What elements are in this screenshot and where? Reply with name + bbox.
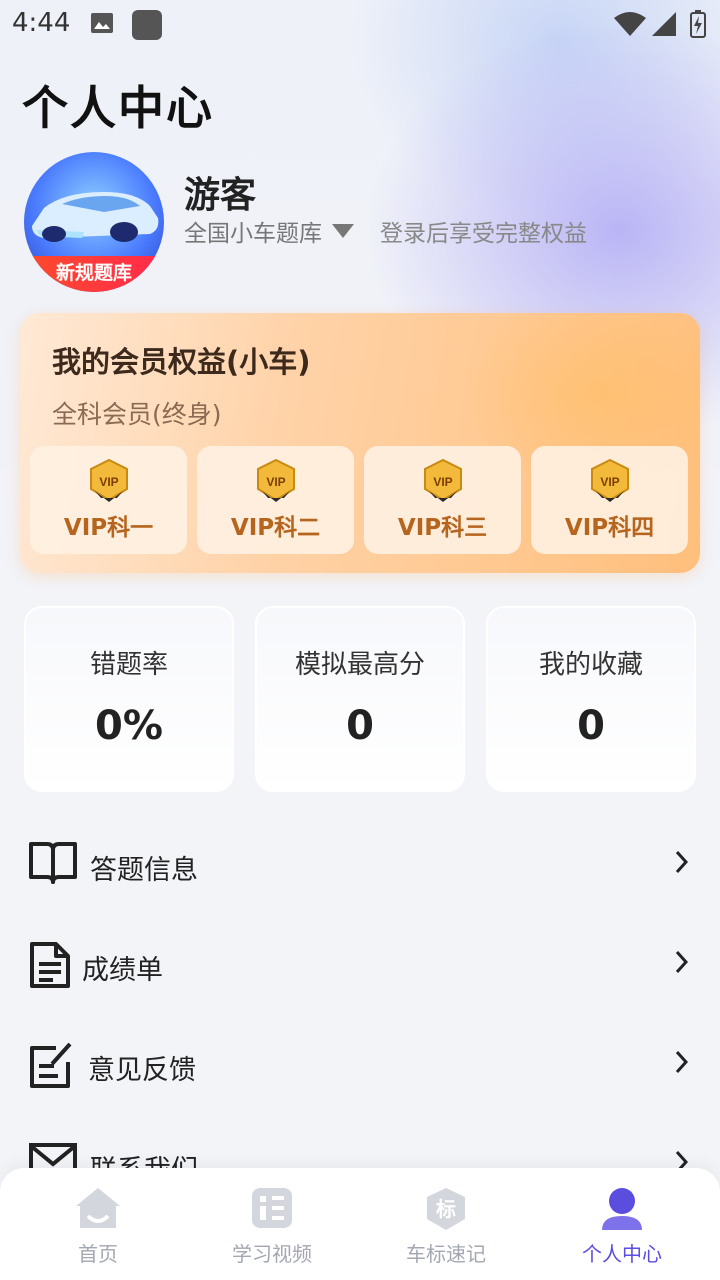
svg-text:VIP: VIP — [433, 475, 452, 489]
avatar[interactable]: 新规题库 — [24, 152, 164, 292]
vip-subtitle: 全科会员(终身) — [52, 400, 222, 429]
vip-item-subject-3[interactable]: VIP VIP科三 — [364, 446, 521, 554]
home-icon — [76, 1188, 120, 1228]
menu-item-feedback[interactable]: 意见反馈 — [0, 1022, 720, 1102]
vip-badge-icon: VIP — [590, 458, 629, 502]
vip-items: VIP VIP科一 VIP VIP科二 VIP VIP科三 VIP VIP科四 — [30, 446, 690, 554]
vip-badge-icon: VIP — [423, 458, 462, 502]
chevron-right-icon — [675, 850, 689, 874]
menu-item-answer-info[interactable]: 答题信息 — [0, 822, 720, 902]
video-icon — [252, 1188, 292, 1228]
svg-text:VIP: VIP — [99, 475, 118, 489]
menu-label: 成绩单 — [82, 955, 163, 986]
svg-text:VIP: VIP — [600, 475, 619, 489]
vip-item-label: VIP科三 — [397, 515, 488, 541]
badge-icon: 标 — [427, 1188, 465, 1230]
question-bank-label: 全国小车题库 — [184, 221, 322, 247]
status-bar: 4:44 — [0, 0, 720, 50]
svg-text:标: 标 — [436, 1197, 456, 1221]
triangle-down-icon — [332, 224, 354, 238]
signal-icon — [652, 12, 676, 36]
chevron-right-icon — [675, 1050, 689, 1074]
document-icon — [30, 942, 70, 988]
tab-label: 学习视频 — [232, 1242, 312, 1266]
menu-label: 意见反馈 — [88, 1055, 196, 1086]
tab-study-videos[interactable]: 学习视频 — [202, 1186, 342, 1267]
menu-item-score-report[interactable]: 成绩单 — [0, 922, 720, 1002]
tab-profile[interactable]: 个人中心 — [552, 1186, 692, 1267]
bottom-tab-bar: 首页 学习视频 标 车标速记 个人中心 — [0, 1168, 720, 1280]
chevron-right-icon — [675, 950, 689, 974]
stat-highest-score[interactable]: 模拟最高分 0 — [255, 606, 465, 792]
tab-car-logos[interactable]: 标 车标速记 — [376, 1186, 516, 1267]
tab-label: 个人中心 — [582, 1242, 662, 1266]
vip-benefits-card[interactable]: 我的会员权益(小车) 全科会员(终身) VIP VIP科一 VIP VIP科二 … — [20, 313, 700, 573]
menu-label: 答题信息 — [90, 855, 198, 886]
user-name[interactable]: 游客 — [184, 166, 256, 218]
stat-error-rate[interactable]: 错题率 0% — [24, 606, 234, 792]
app-notification-icon — [132, 10, 162, 40]
vip-item-label: VIP科一 — [63, 515, 154, 541]
stat-label: 模拟最高分 — [294, 650, 425, 680]
tab-label: 车标速记 — [406, 1242, 486, 1266]
vip-item-label: VIP科四 — [564, 515, 655, 541]
stat-label: 错题率 — [89, 650, 168, 680]
stats-row: 错题率 0% 模拟最高分 0 我的收藏 0 — [24, 606, 696, 792]
book-icon — [29, 842, 77, 884]
question-bank-selector[interactable]: 全国小车题库 — [184, 214, 354, 248]
stat-value: 0 — [577, 703, 605, 749]
vip-item-label: VIP科二 — [230, 515, 321, 541]
person-icon — [602, 1188, 642, 1230]
edit-icon — [30, 1042, 72, 1088]
tab-label: 首页 — [78, 1242, 118, 1266]
stat-value: 0% — [95, 703, 163, 749]
svg-text:VIP: VIP — [266, 475, 285, 489]
stat-value: 0 — [346, 703, 374, 749]
stat-favorites[interactable]: 我的收藏 0 — [486, 606, 696, 792]
car-icon — [32, 192, 159, 242]
image-notification-icon — [91, 13, 113, 33]
status-time: 4:44 — [12, 8, 71, 38]
tab-home[interactable]: 首页 — [28, 1186, 168, 1267]
login-hint[interactable]: 登录后享受完整权益 — [380, 214, 587, 248]
wifi-icon — [614, 12, 646, 36]
stat-label: 我的收藏 — [538, 650, 643, 680]
vip-item-subject-1[interactable]: VIP VIP科一 — [30, 446, 187, 554]
vip-badge-icon: VIP — [256, 458, 295, 502]
battery-icon — [690, 10, 706, 38]
vip-item-subject-4[interactable]: VIP VIP科四 — [531, 446, 688, 554]
page-title: 个人中心 — [22, 81, 214, 135]
vip-title: 我的会员权益(小车) — [52, 345, 311, 379]
vip-item-subject-2[interactable]: VIP VIP科二 — [197, 446, 354, 554]
avatar-ribbon: 新规题库 — [24, 256, 164, 292]
vip-badge-icon: VIP — [89, 458, 128, 502]
